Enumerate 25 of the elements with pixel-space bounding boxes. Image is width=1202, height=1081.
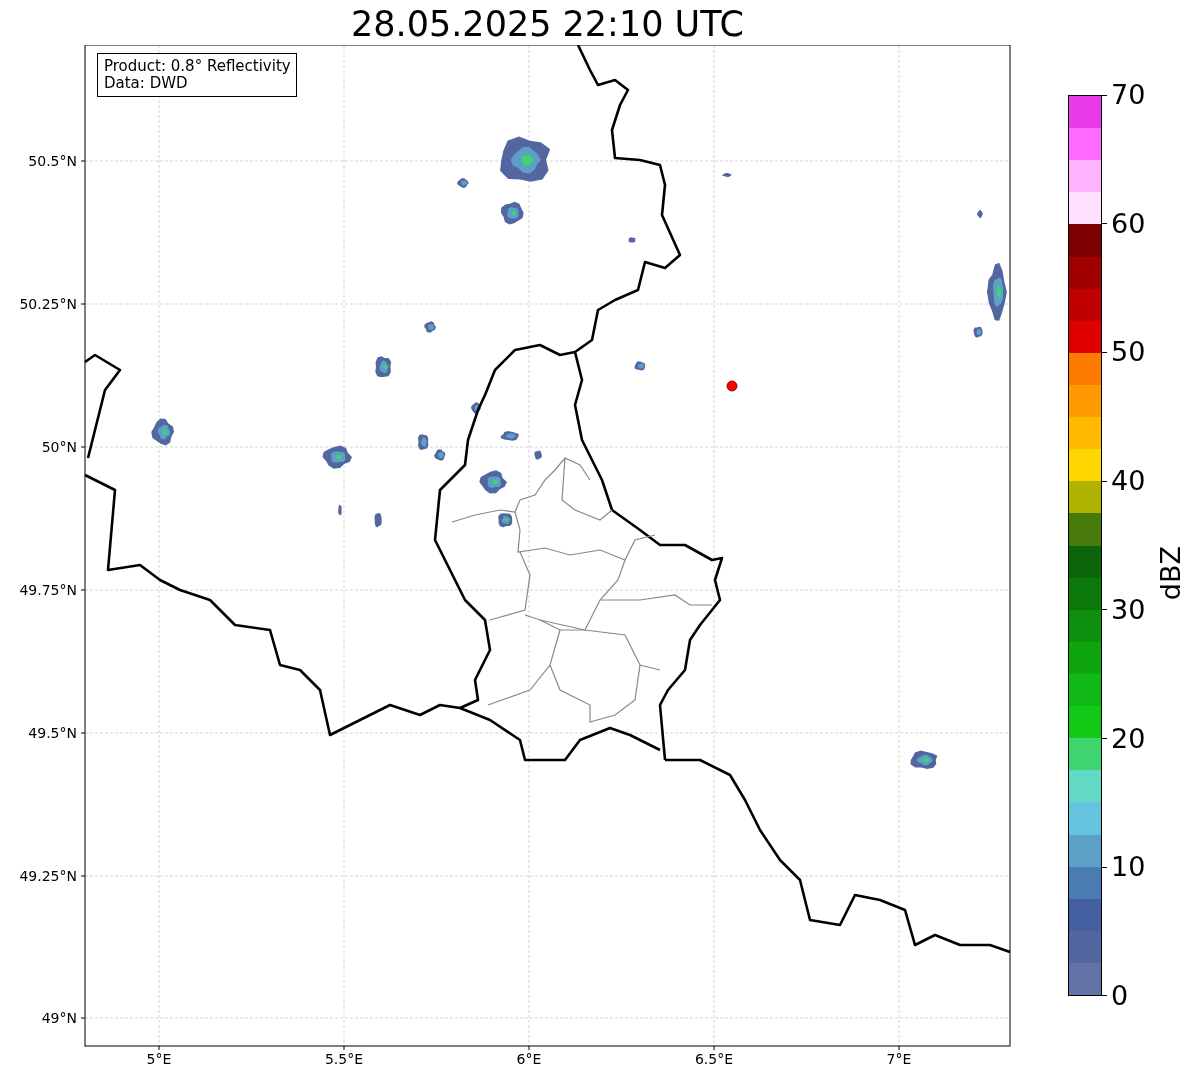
- colorbar-tick-label: 60: [1111, 208, 1146, 239]
- axis-tick-label: 49°N: [41, 1010, 77, 1026]
- axis-tick-label: 49.5°N: [28, 725, 77, 741]
- colorbar-tick-label: 0: [1111, 980, 1129, 1011]
- colorbar-tick-label: 20: [1111, 723, 1146, 754]
- axis-tick-label: 50.25°N: [19, 296, 77, 312]
- axis-tick-label: 49.75°N: [19, 582, 77, 598]
- axis-tick-label: 6°E: [516, 1051, 542, 1067]
- axis-tick-label: 7°E: [886, 1051, 912, 1067]
- colorbar-label: dBZ: [1155, 545, 1187, 601]
- radar-site-icon: [726, 380, 738, 392]
- colorbar-tick-label: 10: [1111, 852, 1146, 883]
- colorbar-tick-label: 70: [1111, 80, 1146, 110]
- colorbar-tick-label: 50: [1111, 337, 1146, 368]
- info-text: Data: DWD: [104, 75, 189, 92]
- axis-tick-label: 5°E: [146, 1051, 172, 1067]
- axis-tick-label: 6.5°E: [694, 1051, 734, 1067]
- info-text: Product: 0.8° Reflectivity: [104, 58, 291, 75]
- axis-tick-label: 49.25°N: [19, 868, 77, 884]
- chart-title: 28.05.2025 22:10 UTC: [351, 3, 744, 45]
- axis-tick-label: 5.5°E: [324, 1051, 364, 1067]
- colorbar-tick-label: 30: [1111, 594, 1146, 625]
- colorbar-tick-label: 40: [1111, 466, 1146, 497]
- axis-tick-label: 50.5°N: [28, 153, 77, 169]
- axis-tick-label: 50°N: [41, 439, 77, 455]
